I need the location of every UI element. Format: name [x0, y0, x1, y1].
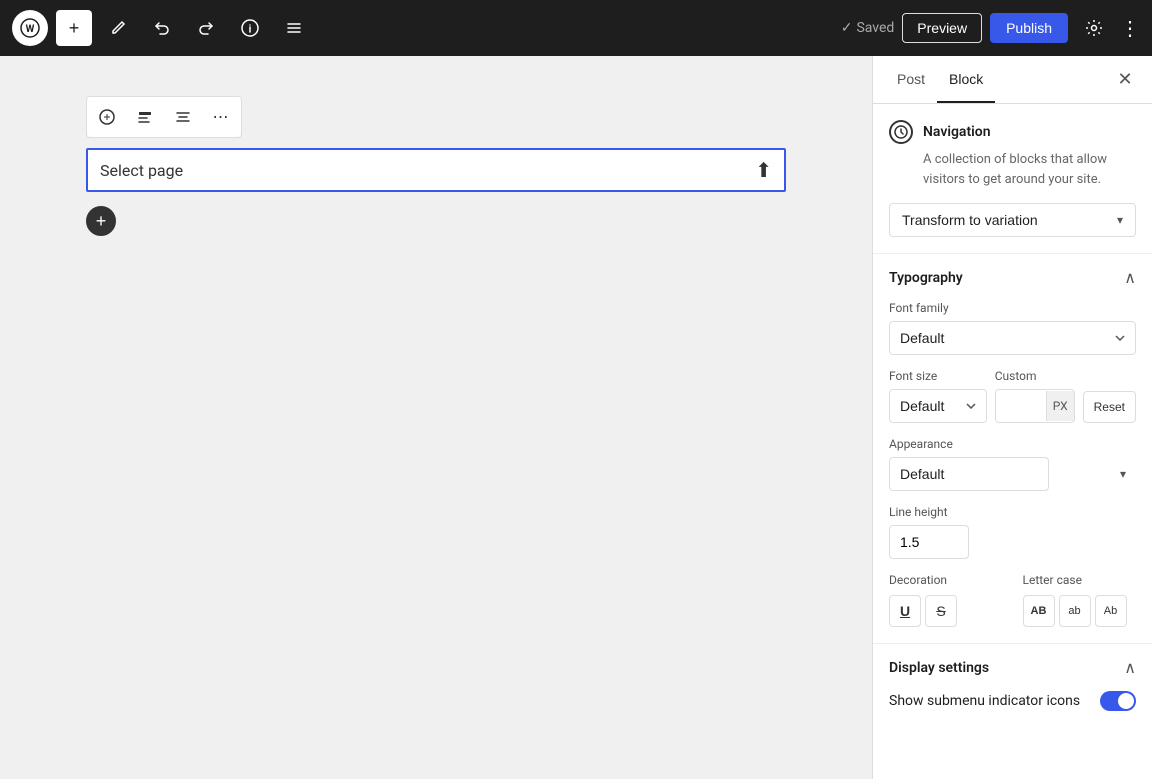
navigation-section: Navigation A collection of blocks that a…	[873, 104, 1152, 254]
block-type-button[interactable]	[89, 99, 125, 135]
custom-unit-label: PX	[1046, 391, 1074, 421]
canvas-area: ⋯ Select page ⬆ +	[0, 56, 872, 779]
custom-size-input[interactable]	[996, 390, 1046, 422]
more-block-options-button[interactable]: ⋯	[203, 99, 239, 135]
typography-section: Typography ∧ Font family Default	[873, 254, 1152, 644]
custom-input-wrap: PX	[995, 389, 1075, 423]
saved-status: ✓ Saved	[841, 20, 895, 36]
settings-button[interactable]	[1076, 10, 1112, 46]
preview-button[interactable]: Preview	[902, 13, 982, 43]
tab-post[interactable]: Post	[885, 57, 937, 103]
custom-label: Custom	[995, 369, 1075, 383]
appearance-row: Appearance Default ▾	[889, 437, 1136, 491]
letter-case-label: Letter case	[1023, 573, 1137, 587]
align-left-button[interactable]	[127, 99, 163, 135]
topbar: W + ✓ Saved	[0, 0, 1152, 56]
submenu-indicator-row: Show submenu indicator icons	[889, 691, 1136, 711]
sidebar-tabs: Post Block ✕	[873, 56, 1152, 104]
appearance-select[interactable]: Default	[889, 457, 1049, 491]
display-settings-section: Display settings ∧ Show submenu indicato…	[873, 644, 1152, 725]
add-block-topbar-button[interactable]: +	[56, 10, 92, 46]
custom-input-col: Custom PX	[995, 369, 1075, 423]
letter-case-buttons: AB ab Ab	[1023, 595, 1137, 627]
font-size-col: Font size Default	[889, 369, 987, 423]
sidebar: Post Block ✕ Navigation A collection of	[872, 56, 1152, 779]
typography-content: Font family Default Font size	[873, 301, 1152, 643]
uppercase-button[interactable]: AB	[1023, 595, 1055, 627]
navigation-icon	[889, 120, 913, 144]
select-page-text: Select page	[100, 161, 755, 180]
decoration-label: Decoration	[889, 573, 1003, 587]
add-block-canvas-button[interactable]: +	[86, 206, 116, 236]
lowercase-button[interactable]: ab	[1059, 595, 1091, 627]
submenu-indicator-toggle[interactable]	[1100, 691, 1136, 711]
decoration-buttons: U S	[889, 595, 1003, 627]
display-settings-title: Display settings	[889, 660, 989, 676]
check-icon: ✓	[841, 20, 853, 36]
font-size-label: Font size	[889, 369, 987, 383]
canvas-inner: ⋯ Select page ⬆ +	[86, 96, 786, 236]
display-settings-toggle-icon: ∧	[1124, 658, 1136, 677]
line-height-label: Line height	[889, 505, 1136, 519]
letter-case-col: Letter case AB ab Ab	[1023, 573, 1137, 627]
font-size-row: Font size Default Custom PX	[889, 369, 1136, 423]
decoration-letter-case-row: Decoration U S Letter case	[889, 573, 1136, 627]
navigation-header: Navigation	[889, 120, 1136, 144]
wp-logo-icon: W	[12, 10, 48, 46]
sidebar-close-button[interactable]: ✕	[1110, 65, 1140, 95]
tab-block[interactable]: Block	[937, 57, 995, 103]
info-button[interactable]	[232, 10, 268, 46]
line-height-row: Line height	[889, 505, 1136, 559]
typography-header[interactable]: Typography ∧	[873, 254, 1152, 301]
navigation-title: Navigation	[923, 124, 991, 140]
appearance-label: Appearance	[889, 437, 1136, 451]
transform-to-variation-button[interactable]: Transform to variation ▾	[889, 203, 1136, 237]
svg-text:W: W	[26, 24, 35, 35]
reset-font-size-button[interactable]: Reset	[1083, 391, 1136, 423]
navigation-description: A collection of blocks that allow visito…	[923, 150, 1136, 189]
select-page-field[interactable]: Select page ⬆	[86, 148, 786, 192]
main-layout: ⋯ Select page ⬆ + Post	[0, 56, 1152, 779]
font-family-select[interactable]: Default	[889, 321, 1136, 355]
block-toolbar: ⋯	[86, 96, 242, 138]
appearance-chevron-icon: ▾	[1120, 467, 1126, 481]
transform-chevron-icon: ▾	[1117, 213, 1123, 227]
line-height-input[interactable]	[889, 525, 969, 559]
font-family-label: Font family	[889, 301, 1136, 315]
undo-button[interactable]	[144, 10, 180, 46]
font-family-row: Font family Default	[889, 301, 1136, 355]
cursor-icon: ⬆	[755, 158, 772, 182]
decoration-col: Decoration U S	[889, 573, 1003, 627]
list-view-button[interactable]	[276, 10, 312, 46]
redo-button[interactable]	[188, 10, 224, 46]
submenu-indicator-label: Show submenu indicator icons	[889, 693, 1080, 709]
more-options-button[interactable]: ⋮	[1120, 16, 1140, 41]
publish-button[interactable]: Publish	[990, 13, 1068, 43]
underline-button[interactable]: U	[889, 595, 921, 627]
edit-tool-button[interactable]	[100, 10, 136, 46]
typography-toggle-icon: ∧	[1124, 268, 1136, 287]
font-size-select[interactable]: Default	[889, 389, 987, 423]
appearance-select-wrap: Default ▾	[889, 457, 1136, 491]
titlecase-button[interactable]: Ab	[1095, 595, 1127, 627]
display-settings-header[interactable]: Display settings ∧	[889, 658, 1136, 677]
align-center-button[interactable]	[165, 99, 201, 135]
strikethrough-button[interactable]: S	[925, 595, 957, 627]
